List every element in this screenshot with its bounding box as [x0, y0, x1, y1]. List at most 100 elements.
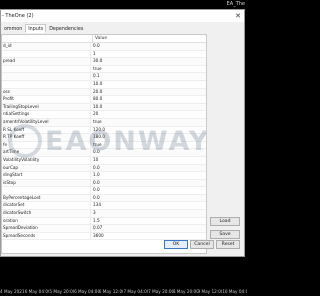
input-value-cell[interactable]: 0.0	[91, 195, 206, 202]
time-axis-label: 6 May 04:00	[24, 288, 50, 294]
table-row[interactable]: ntialSettings 20	[2, 111, 206, 119]
table-row[interactable]: Profit 80.0	[2, 96, 206, 104]
input-variable-name: isStop	[2, 179, 91, 187]
input-value-cell[interactable]: 10	[91, 157, 206, 164]
input-value-cell[interactable]: 10.0	[91, 104, 206, 111]
input-variable-name: pread	[2, 58, 91, 65]
tab-bar: ommon Inputs Dependencies	[1, 24, 86, 33]
table-row[interactable]: SpreadDeviation 0.07	[2, 225, 206, 233]
time-axis-label: 8 May 20:00	[172, 288, 198, 294]
inputs-table: Value d_id 0.0 1 pread 30.0 true 0.1 10.0 oss 20.…	[1, 34, 207, 254]
table-row[interactable]: amentrlVolatilityLevel true	[2, 118, 206, 127]
time-axis: 4 May 2021 6 May 04:00 5 May 20:00 6 May…	[0, 286, 247, 296]
input-value-cell[interactable]: 10.0	[91, 81, 206, 88]
input-variable-name: TrailingStopLevel	[2, 103, 91, 111]
input-variable-name: ByPercentageLost	[2, 194, 91, 202]
table-row[interactable]: 10.0	[2, 80, 206, 89]
input-value-cell[interactable]: 0.1	[91, 73, 206, 80]
table-body: d_id 0.0 1 pread 30.0 true 0.1 10.0 oss 20.0 Profi…	[2, 43, 206, 241]
input-value-cell[interactable]: 1.0	[91, 172, 206, 179]
table-row[interactable]: oss 20.0	[2, 88, 206, 97]
table-row[interactable]: dicatorSet 134	[2, 202, 206, 211]
close-icon[interactable]: ✕	[235, 10, 241, 22]
input-variable-name: amentrlVolatilityLevel	[2, 118, 91, 126]
input-variable-name	[2, 50, 91, 58]
input-value-cell[interactable]: 0.0	[91, 165, 206, 172]
tab-dependencies[interactable]: Dependencies	[46, 24, 86, 33]
input-variable-name	[2, 73, 91, 80]
chart-corner-label: EA_The	[226, 1, 245, 7]
time-axis-label: 10 May 04:00	[222, 288, 247, 294]
input-variable-name: ourCap	[2, 164, 91, 172]
table-row[interactable]: dicatorSwitch 3	[2, 210, 206, 218]
cancel-button[interactable]: Cancel	[190, 240, 214, 249]
input-variable-name	[2, 80, 91, 88]
ok-button[interactable]: OK	[164, 240, 188, 249]
input-value-cell[interactable]: 80.0	[91, 96, 206, 103]
table-row[interactable]: true	[2, 65, 206, 74]
table-row[interactable]: d_id 0.0	[2, 43, 206, 51]
table-row[interactable]: artTime 0.0	[2, 149, 206, 157]
time-axis-label: 6 May 04:00	[74, 288, 99, 294]
table-row[interactable]: 0.0	[2, 187, 206, 195]
input-value-cell[interactable]: true	[91, 66, 206, 73]
input-value-cell[interactable]: 0.0	[91, 43, 206, 50]
input-variable-name	[2, 65, 91, 73]
table-row[interactable]: fe true	[2, 141, 206, 150]
table-row[interactable]: oration 1.5	[2, 217, 206, 226]
input-variable-name: dicatorSwitch	[2, 210, 91, 217]
input-value-cell[interactable]: 0.0	[91, 149, 206, 156]
input-variable-name: VolatilityVolatility	[2, 156, 91, 164]
reset-button[interactable]: Reset	[216, 240, 240, 249]
table-row[interactable]: 0.1	[2, 73, 206, 81]
input-value-cell[interactable]: 1.5	[91, 218, 206, 225]
time-axis-label: 7 May 20:00	[148, 288, 173, 294]
input-value-cell[interactable]: 3	[91, 210, 206, 217]
time-axis-label: 7 May 04:00	[123, 288, 149, 294]
input-variable-name: oration	[2, 217, 91, 225]
input-value-cell[interactable]: 0.0	[91, 180, 206, 187]
column-header-variable	[2, 35, 93, 42]
input-value-cell[interactable]: 3600	[91, 233, 206, 240]
input-value-cell[interactable]: true	[91, 142, 206, 149]
table-row[interactable]: ByPercentageLost 0.0	[2, 194, 206, 203]
input-value-cell[interactable]: 134	[91, 202, 206, 209]
column-header-value: Value	[95, 36, 108, 41]
save-button[interactable]: Save	[210, 230, 240, 239]
table-row[interactable]: VolatilityVolatility 10	[2, 156, 206, 165]
table-row[interactable]: TrailingStopLevel 10.0	[2, 103, 206, 112]
input-variable-name: Profit	[2, 96, 91, 103]
input-value-cell[interactable]: true	[91, 119, 206, 126]
table-row[interactable]: pread 30.0	[2, 58, 206, 66]
table-row[interactable]: R TP Koeff 180.0	[2, 134, 206, 142]
input-value-cell[interactable]: 0.0	[91, 187, 206, 194]
table-header: Value	[2, 35, 206, 43]
time-axis-label: 5 May 20:00	[49, 288, 75, 294]
input-value-cell[interactable]: 20	[91, 111, 206, 118]
dialog-title: - TheOne (2)	[2, 13, 34, 19]
input-variable-name: R SL Koeff	[2, 126, 91, 134]
input-variable-name: artTime	[2, 149, 91, 156]
load-button[interactable]: Load	[210, 217, 240, 226]
tab-inputs[interactable]: Inputs	[25, 24, 47, 33]
table-row[interactable]: isStop 0.0	[2, 179, 206, 188]
input-value-cell[interactable]: 120.0	[91, 127, 206, 134]
input-value-cell[interactable]: 1	[91, 51, 206, 58]
input-value-cell[interactable]: 180.0	[91, 134, 206, 141]
input-variable-name: SpreadSeconds	[2, 232, 91, 240]
table-row[interactable]: ourCap 0.0	[2, 164, 206, 173]
table-row[interactable]: R SL Koeff 120.0	[2, 126, 206, 135]
input-variable-name: oss	[2, 88, 91, 96]
input-variable-name: R TP Koeff	[2, 134, 91, 141]
input-value-cell[interactable]: 0.07	[91, 225, 206, 232]
input-value-cell[interactable]: 30.0	[91, 58, 206, 65]
table-row[interactable]: dingStart 1.0	[2, 172, 206, 180]
input-variable-name: fe	[2, 141, 91, 149]
table-row[interactable]: 1	[2, 50, 206, 59]
ea-properties-dialog: - TheOne (2) ✕ ommon Inputs Dependencies…	[0, 9, 245, 257]
time-axis-label: 6 May 12:00	[98, 288, 124, 294]
input-variable-name: d_id	[2, 43, 91, 50]
input-variable-name: dingStart	[2, 172, 91, 179]
input-value-cell[interactable]: 20.0	[91, 89, 206, 96]
tab-common[interactable]: ommon	[1, 24, 25, 33]
